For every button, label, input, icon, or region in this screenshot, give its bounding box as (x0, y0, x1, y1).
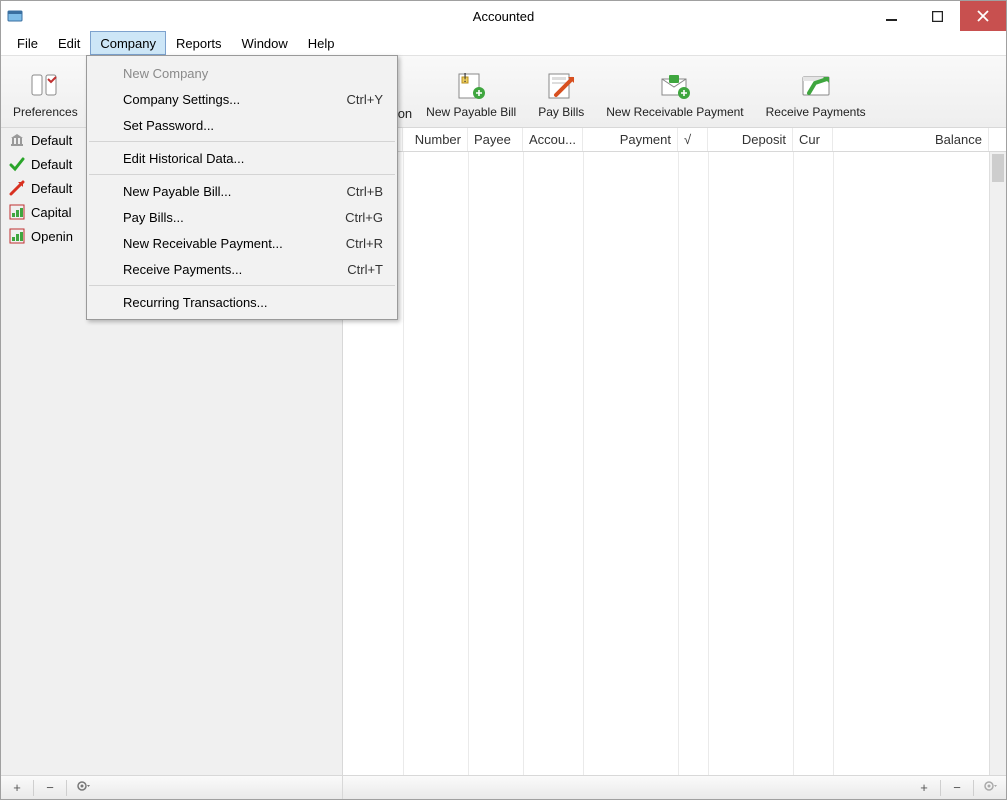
grid-body (343, 152, 1006, 775)
menu-separator (89, 285, 395, 286)
menuitem-recurring-transactions[interactable]: Recurring Transactions... (87, 289, 397, 315)
bank-icon (9, 132, 25, 148)
new-payable-bill-button[interactable]: ! New Payable Bill (418, 67, 524, 121)
envelope-plus-icon (658, 69, 692, 103)
content-add-button[interactable]: + (912, 779, 936, 797)
minimize-button[interactable] (868, 1, 914, 31)
content-gear-button[interactable] (978, 779, 1002, 797)
menuitem-label: New Receivable Payment... (123, 236, 283, 251)
titlebar: Accounted (1, 1, 1006, 31)
menu-file[interactable]: File (7, 31, 48, 55)
col-account[interactable]: Accou... (523, 128, 583, 151)
sidebar-footer: + − (1, 775, 342, 799)
window-controls (868, 1, 1006, 31)
content-remove-button[interactable]: − (945, 779, 969, 797)
menuitem-shortcut: Ctrl+T (347, 262, 383, 277)
chart-green-icon (9, 228, 25, 244)
new-receivable-payment-label: New Receivable Payment (606, 105, 743, 119)
menuitem-pay-bills[interactable]: Pay Bills... Ctrl+G (87, 204, 397, 230)
menu-separator (89, 141, 395, 142)
gear-icon (76, 779, 90, 796)
col-payment[interactable]: Payment (583, 128, 678, 151)
sidebar-remove-button[interactable]: − (38, 779, 62, 797)
svg-text:!: ! (463, 71, 467, 85)
col-balance[interactable]: Balance (833, 128, 989, 151)
check-green-icon (9, 156, 25, 172)
close-button[interactable] (960, 1, 1006, 31)
preferences-icon (28, 69, 62, 103)
menuitem-label: Edit Historical Data... (123, 151, 244, 166)
receive-payments-label: Receive Payments (766, 105, 866, 119)
col-payee[interactable]: Payee (468, 128, 523, 151)
sidebar-item-label: Openin (31, 229, 73, 244)
menuitem-label: Set Password... (123, 118, 214, 133)
content-area: e Number Payee Accou... Payment √ Deposi… (343, 128, 1006, 799)
col-cur[interactable]: Cur (793, 128, 833, 151)
sidebar-item-label: Default (31, 181, 72, 196)
menuitem-company-settings[interactable]: Company Settings... Ctrl+Y (87, 86, 397, 112)
app-window: Accounted File Edit Company Reports Wind… (0, 0, 1007, 800)
menuitem-new-company[interactable]: New Company (87, 60, 397, 86)
menuitem-shortcut: Ctrl+Y (347, 92, 383, 107)
menuitem-new-receivable-payment[interactable]: New Receivable Payment... Ctrl+R (87, 230, 397, 256)
sidebar-item-label: Default (31, 133, 72, 148)
toolbar-hidden-suffix: on (398, 106, 412, 127)
column-headers: e Number Payee Accou... Payment √ Deposi… (343, 128, 1006, 152)
menuitem-label: Recurring Transactions... (123, 295, 268, 310)
new-payable-bill-label: New Payable Bill (426, 105, 516, 119)
receive-payments-icon (799, 69, 833, 103)
preferences-button[interactable]: Preferences (5, 67, 86, 121)
arrow-red-icon (9, 180, 25, 196)
window-title: Accounted (1, 9, 1006, 24)
menuitem-label: Company Settings... (123, 92, 240, 107)
sidebar-add-button[interactable]: + (5, 779, 29, 797)
menuitem-receive-payments[interactable]: Receive Payments... Ctrl+T (87, 256, 397, 282)
col-number[interactable]: Number (403, 128, 468, 151)
new-receivable-payment-button[interactable]: New Receivable Payment (598, 67, 751, 121)
maximize-button[interactable] (914, 1, 960, 31)
menuitem-edit-historical-data[interactable]: Edit Historical Data... (87, 145, 397, 171)
vertical-scrollbar[interactable] (989, 152, 1006, 775)
menu-separator (89, 174, 395, 175)
menuitem-label: New Company (123, 66, 208, 81)
bill-plus-icon: ! (454, 69, 488, 103)
app-icon (7, 8, 23, 24)
content-footer: + − (343, 775, 1006, 799)
gear-icon (983, 779, 997, 796)
chart-green-icon (9, 204, 25, 220)
menuitem-label: Receive Payments... (123, 262, 242, 277)
menu-help[interactable]: Help (298, 31, 345, 55)
sidebar-item-label: Capital (31, 205, 71, 220)
pay-bills-icon (544, 69, 578, 103)
sidebar-gear-button[interactable] (71, 779, 95, 797)
pay-bills-label: Pay Bills (538, 105, 584, 119)
menu-reports[interactable]: Reports (166, 31, 232, 55)
col-check[interactable]: √ (678, 128, 708, 151)
pay-bills-button[interactable]: Pay Bills (530, 67, 592, 121)
menuitem-shortcut: Ctrl+G (345, 210, 383, 225)
menu-window[interactable]: Window (232, 31, 298, 55)
menuitem-shortcut: Ctrl+R (346, 236, 383, 251)
preferences-label: Preferences (13, 105, 78, 119)
menuitem-label: Pay Bills... (123, 210, 184, 225)
menuitem-label: New Payable Bill... (123, 184, 231, 199)
col-deposit[interactable]: Deposit (708, 128, 793, 151)
menuitem-set-password[interactable]: Set Password... (87, 112, 397, 138)
receive-payments-button[interactable]: Receive Payments (758, 67, 874, 121)
menubar: File Edit Company Reports Window Help (1, 31, 1006, 56)
menu-company[interactable]: Company (90, 31, 166, 55)
sidebar-item-label: Default (31, 157, 72, 172)
menuitem-new-payable-bill[interactable]: New Payable Bill... Ctrl+B (87, 178, 397, 204)
menu-edit[interactable]: Edit (48, 31, 90, 55)
company-menu-dropdown: New Company Company Settings... Ctrl+Y S… (86, 55, 398, 320)
menuitem-shortcut: Ctrl+B (347, 184, 383, 199)
